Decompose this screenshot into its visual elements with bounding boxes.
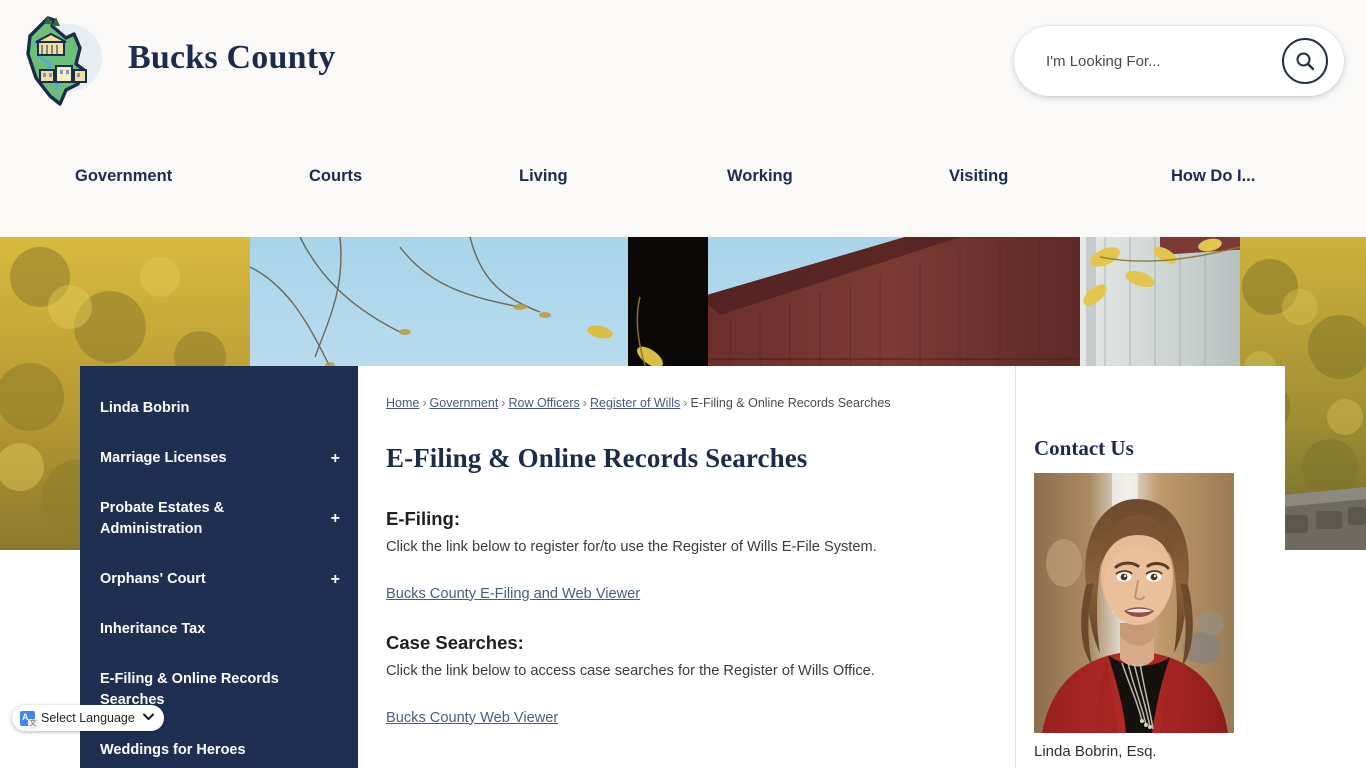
sidebar-item-label: Linda Bobrin	[100, 400, 190, 416]
expand-icon[interactable]: +	[331, 447, 340, 471]
breadcrumb-link-row-officers[interactable]: Row Officers	[508, 396, 579, 410]
sidebar-item-label: Weddings for Heroes	[100, 742, 246, 758]
sidebar-item-orphans-court[interactable]: Orphans' Court +	[80, 555, 358, 605]
link-bucks-county-web-viewer[interactable]: Bucks County Web Viewer	[386, 710, 558, 726]
select-language-label: Select Language	[41, 711, 135, 725]
breadcrumb-separator: ›	[501, 396, 506, 410]
nav-item-working[interactable]: Working	[727, 167, 949, 186]
sidebar-item-label: Orphans' Court	[100, 571, 206, 587]
nav-item-courts[interactable]: Courts	[309, 167, 519, 186]
breadcrumb-separator: ›	[683, 396, 688, 410]
bucks-county-seal-icon	[18, 8, 114, 108]
breadcrumb-current: E-Filing & Online Records Searches	[690, 396, 891, 410]
brand-name: Bucks County	[128, 39, 336, 76]
search-input[interactable]	[1046, 52, 1262, 70]
breadcrumb-link-home[interactable]: Home	[386, 396, 419, 410]
search-icon	[1296, 52, 1315, 71]
contact-us-title: Contact Us	[1034, 436, 1134, 460]
sidebar-item-label: Inheritance Tax	[100, 620, 206, 637]
site-brand[interactable]: Bucks County	[18, 8, 335, 108]
expand-icon[interactable]: +	[331, 507, 340, 531]
sidebar-item-label: Probate Estates & Administration	[100, 499, 225, 538]
sidebar-item-label: E-Filing & Online Records Searches	[100, 670, 279, 709]
sidebar-item-weddings-for-heroes[interactable]: Weddings for Heroes	[80, 726, 358, 768]
breadcrumb: Home › Government › Row Officers › Register of…	[386, 394, 975, 413]
sidebar-item-inheritance-tax[interactable]: Inheritance Tax	[80, 605, 358, 655]
sidebar-item-probate-estates-administration[interactable]: Probate Estates & Administration +	[80, 484, 358, 556]
link-bucks-county-efiling-and-web-viewer[interactable]: Bucks County E-Filing and Web Viewer	[386, 586, 640, 602]
breadcrumb-link-government[interactable]: Government	[430, 396, 499, 410]
search-button[interactable]	[1282, 38, 1328, 84]
breadcrumb-separator: ›	[422, 396, 427, 410]
search-bar	[1014, 26, 1344, 96]
contact-rail: Contact Us Linda Bobrin, Esq.	[1015, 366, 1285, 768]
google-translate-widget[interactable]: Select Language	[12, 705, 164, 731]
expand-icon[interactable]: +	[331, 568, 340, 592]
section-body-case-searches: Click the link below to access case sear…	[386, 662, 875, 679]
main-navigation: Government Courts Living Working Visitin…	[0, 145, 1366, 237]
section-heading-efiling: E-Filing:	[386, 507, 460, 529]
breadcrumb-link-register-of-wills[interactable]: Register of Wills	[590, 396, 680, 410]
site-header: Bucks County	[0, 0, 1366, 145]
nav-item-government[interactable]: Government	[75, 167, 309, 186]
breadcrumb-separator: ›	[582, 396, 587, 410]
chevron-down-icon[interactable]	[142, 713, 154, 724]
sidebar-item-linda-bobrin[interactable]: Linda Bobrin	[80, 384, 358, 434]
nav-item-living[interactable]: Living	[519, 167, 727, 186]
contact-portrait	[1034, 473, 1234, 733]
main-content: Home › Government › Row Officers › Register of…	[358, 366, 1015, 768]
google-translate-icon	[20, 710, 38, 729]
sidebar-item-label: Marriage Licenses	[100, 449, 227, 466]
sidebar-item-marriage-licenses[interactable]: Marriage Licenses +	[80, 434, 358, 484]
nav-item-how-do-i[interactable]: How Do I...	[1171, 167, 1255, 186]
nav-items: Government Courts Living Working Visitin…	[0, 145, 1366, 186]
section-heading-case-searches: Case Searches:	[386, 631, 524, 653]
nav-item-visiting[interactable]: Visiting	[949, 167, 1171, 186]
section-body-efiling: Click the link below to register for/to …	[386, 538, 877, 555]
page-root: Bucks County Government Courts Living Wo…	[0, 0, 1366, 768]
contact-person-name: Linda Bobrin, Esq.	[1034, 743, 1157, 760]
page-title: E-Filing & Online Records Searches	[386, 442, 808, 473]
content-card: Linda Bobrin Marriage Licenses + Probate…	[80, 366, 1285, 768]
